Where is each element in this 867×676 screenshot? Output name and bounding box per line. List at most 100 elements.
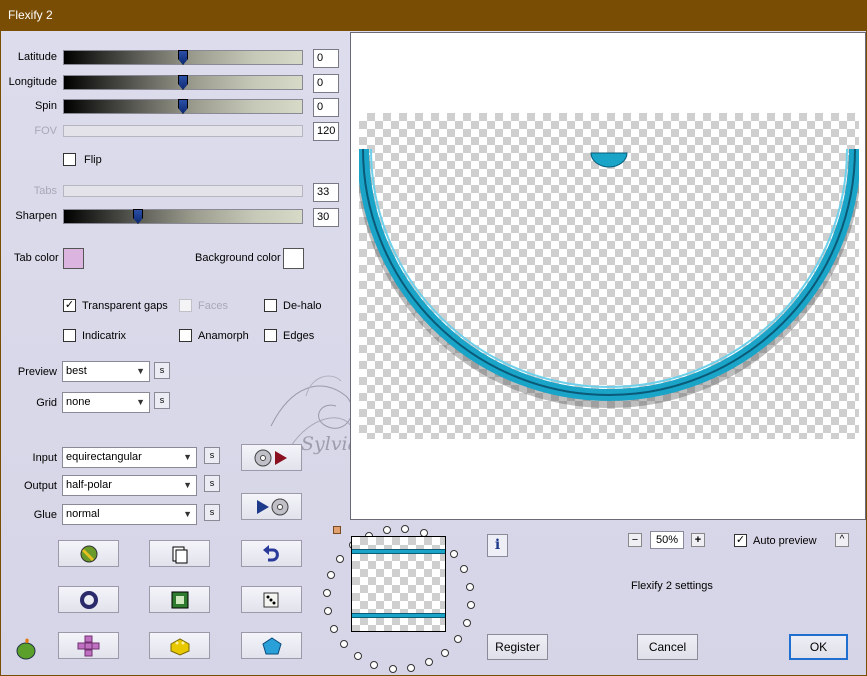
copy-button[interactable] [149, 540, 210, 567]
undo-arrow-icon [262, 544, 279, 561]
spin-value[interactable]: 0 [313, 98, 339, 117]
preview-canvas[interactable] [350, 32, 866, 520]
check-mark-icon: ✓ [64, 299, 75, 311]
orientation-dot[interactable] [407, 663, 416, 672]
grid-select[interactable]: none ▼ [62, 392, 150, 413]
spin-slider-thumb[interactable] [178, 99, 188, 114]
latitude-slider-thumb[interactable] [178, 50, 188, 65]
cross-layout-button[interactable] [58, 632, 119, 659]
faces-checkbox[interactable] [179, 299, 192, 312]
preview-save-button[interactable]: s [154, 362, 170, 379]
orientation-dot[interactable] [327, 570, 336, 579]
latitude-value[interactable]: 0 [313, 49, 339, 68]
output-save-button[interactable]: s [204, 475, 220, 492]
orientation-dot[interactable] [425, 658, 434, 667]
window-title: Flexify 2 [8, 8, 53, 22]
background-color-swatch[interactable] [283, 248, 304, 269]
orientation-dot[interactable] [329, 624, 338, 633]
orientation-dot[interactable] [465, 582, 474, 591]
orientation-dot[interactable] [382, 526, 391, 535]
indicatrix-checkbox[interactable] [63, 329, 76, 342]
grid-save-button[interactable]: s [154, 392, 170, 409]
flip-label: Flip [84, 154, 102, 166]
output-select[interactable]: half-polar ▼ [62, 475, 197, 496]
orientation-dot[interactable] [401, 525, 410, 534]
glue-save-button[interactable]: s [204, 504, 220, 521]
input-select[interactable]: equirectangular ▼ [62, 447, 197, 468]
disc-play-icon [254, 449, 287, 466]
thumbnail-preview[interactable] [351, 536, 446, 632]
orientation-dot[interactable] [453, 635, 462, 644]
edges-checkbox[interactable] [264, 329, 277, 342]
randomize-button[interactable] [241, 586, 302, 613]
collapse-button[interactable]: ^ [835, 533, 849, 547]
preview-select[interactable]: best ▼ [62, 361, 150, 382]
pear-flame-icon [16, 638, 36, 660]
ring-icon [79, 590, 98, 609]
random-settings-button[interactable] [58, 540, 119, 567]
spin-slider[interactable] [63, 99, 303, 114]
orientation-dot[interactable] [441, 648, 450, 657]
orientation-dot[interactable] [336, 554, 345, 563]
sharpen-slider[interactable] [63, 209, 303, 224]
fov-slider[interactable] [63, 125, 303, 137]
glue-select[interactable]: normal ▼ [62, 504, 197, 525]
preview-image [359, 148, 859, 408]
register-button[interactable]: Register [487, 634, 548, 660]
orientation-dot[interactable] [370, 660, 379, 669]
undo-button[interactable] [241, 540, 302, 567]
longitude-slider[interactable] [63, 75, 303, 90]
info-button[interactable]: i [487, 534, 508, 557]
glue-select-value: normal [66, 508, 100, 520]
orientation-dot[interactable] [460, 565, 469, 574]
auto-preview-checkbox[interactable]: ✓ [734, 534, 747, 547]
zoom-out-button[interactable]: − [628, 533, 642, 547]
transparent-gaps-checkbox[interactable]: ✓ [63, 299, 76, 312]
cancel-button[interactable]: Cancel [637, 634, 698, 660]
flaming-pear-logo [13, 635, 39, 661]
frame-button[interactable] [149, 586, 210, 613]
flip-checkbox[interactable] [63, 153, 76, 166]
faces-label: Faces [198, 300, 228, 312]
grid-label: Grid [36, 397, 57, 409]
orientation-dot[interactable] [462, 619, 471, 627]
background-color-label: Background color [195, 252, 281, 264]
orientation-dot[interactable] [324, 607, 333, 616]
save-map-button[interactable] [241, 493, 302, 520]
zoom-in-button[interactable]: + [691, 533, 705, 547]
de-halo-checkbox[interactable] [264, 299, 277, 312]
reset-button[interactable] [58, 586, 119, 613]
tabs-label: Tabs [33, 185, 57, 197]
transparent-gaps-label: Transparent gaps [82, 300, 168, 312]
auto-preview-label: Auto preview [753, 535, 817, 547]
orientation-dot[interactable] [466, 601, 475, 610]
latitude-slider[interactable] [63, 50, 303, 65]
orientation-dot[interactable] [450, 550, 459, 559]
longitude-value[interactable]: 0 [313, 74, 339, 93]
tab-color-swatch[interactable] [63, 248, 84, 269]
tabs-slider[interactable] [63, 185, 303, 197]
dice-icon [263, 592, 278, 607]
load-map-button[interactable] [241, 444, 302, 471]
sharpen-value[interactable]: 30 [313, 208, 339, 227]
dialog-body: Latitude 0 Longitude 0 Spin 0 FOV 120 Fl… [0, 31, 867, 676]
orientation-dot[interactable] [388, 664, 397, 673]
check-mark-icon: ✓ [735, 534, 746, 546]
fov-value[interactable]: 120 [313, 122, 339, 141]
orientation-dot[interactable] [353, 652, 362, 661]
output-select-value: half-polar [66, 479, 112, 491]
sharpen-slider-thumb[interactable] [133, 209, 143, 224]
tabs-value[interactable]: 33 [313, 183, 339, 202]
block-button[interactable] [149, 632, 210, 659]
ok-button[interactable]: OK [789, 634, 848, 660]
input-save-button[interactable]: s [204, 447, 220, 464]
longitude-slider-thumb[interactable] [178, 75, 188, 90]
play-disc-icon [256, 498, 288, 515]
pentagon-icon [261, 636, 282, 654]
orientation-dot[interactable] [339, 639, 348, 648]
orientation-dot[interactable] [323, 588, 332, 597]
anamorph-checkbox[interactable] [179, 329, 192, 342]
chevron-down-icon: ▼ [183, 509, 192, 519]
polyhedron-button[interactable] [241, 632, 302, 659]
cross-layout-icon [77, 635, 99, 656]
